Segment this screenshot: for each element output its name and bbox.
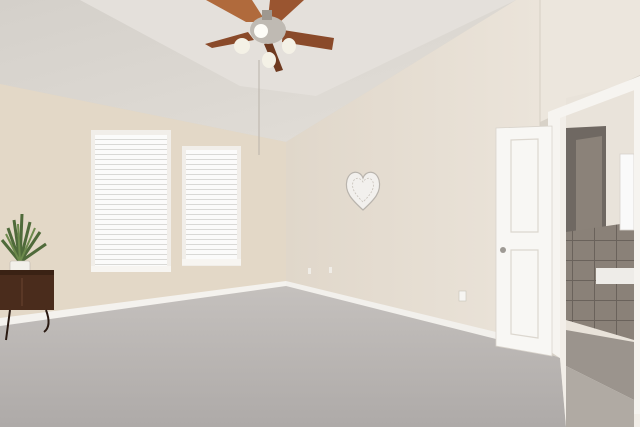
bathroom-doorway [548,76,640,427]
window-left [91,130,171,272]
wall-outlet [308,268,311,274]
door-frame [634,84,640,414]
door-knob-icon[interactable] [500,247,506,253]
wall-outlet [329,267,332,273]
room-photo [0,0,640,427]
window-right [182,146,241,266]
open-door[interactable] [495,125,553,357]
room-illustration [0,0,640,427]
wall-outlet [458,290,467,302]
